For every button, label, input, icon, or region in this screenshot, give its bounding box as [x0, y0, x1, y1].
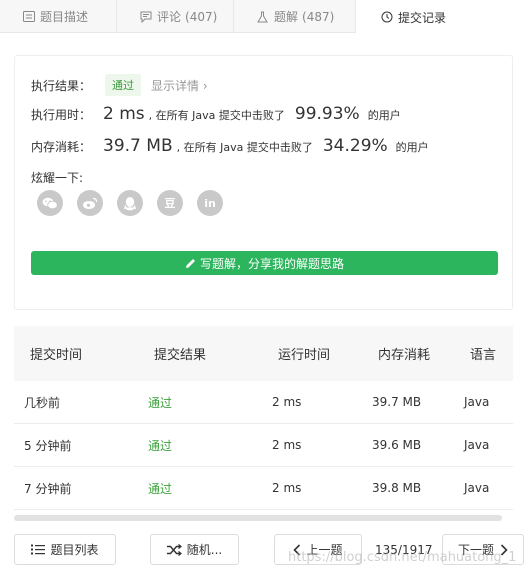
cell-language: Java: [464, 395, 490, 409]
show-details-link[interactable]: 显示详情 ›: [151, 77, 208, 94]
table-row: 7 分钟前 通过 2 ms 39.8 MB Java: [14, 467, 513, 510]
cell-memory: 39.8 MB: [372, 481, 422, 495]
cell-runtime: 2 ms: [272, 438, 302, 452]
memory-suffix: 的用户: [395, 141, 429, 154]
memory-label: 内存消耗：: [31, 140, 92, 154]
wechat-icon[interactable]: [37, 190, 63, 216]
cell-time: 7 分钟前: [24, 481, 72, 496]
document-icon: [22, 10, 35, 23]
tab-submissions[interactable]: 提交记录: [356, 0, 525, 34]
horizontal-scrollbar[interactable]: [14, 515, 502, 521]
tab-bar: 题目描述 评论 (407) 题解 (487) 提交记录: [0, 0, 525, 34]
result-label: 执行结果：: [31, 78, 92, 93]
cell-memory: 39.7 MB: [372, 395, 422, 409]
tab-comments[interactable]: 评论 (407): [117, 0, 234, 33]
share-label: 炫耀一下:: [31, 171, 84, 185]
cell-runtime: 2 ms: [272, 481, 302, 495]
submissions-table: 提交时间 提交结果 运行时间 内存消耗 语言 几秒前 通过 2 ms 39.7 …: [14, 326, 513, 510]
runtime-label: 执行用时：: [31, 108, 92, 122]
tab-submissions-label: 提交记录: [398, 10, 447, 25]
runtime-percent: 99.93%: [294, 104, 360, 124]
memory-value: 39.7 MB: [103, 136, 173, 156]
cell-language: Java: [464, 481, 490, 495]
clock-icon: [380, 11, 393, 24]
runtime-text: , 在所有 Java 提交中击败了: [148, 109, 285, 122]
runtime-value: 2 ms: [103, 104, 145, 124]
header-language: 语言: [470, 348, 497, 363]
social-share-list: 豆 in: [37, 190, 237, 216]
douban-icon-text: 豆: [164, 197, 176, 210]
header-runtime: 运行时间: [278, 348, 331, 363]
header-submit-result: 提交结果: [154, 348, 207, 363]
shuffle-icon: [166, 543, 182, 556]
problem-list-label: 题目列表: [50, 543, 99, 557]
weibo-icon[interactable]: [77, 190, 103, 216]
tab-description[interactable]: 题目描述: [0, 0, 117, 33]
runtime-suffix: 的用户: [367, 109, 401, 122]
flask-icon: [256, 10, 269, 23]
table-header: 提交时间 提交结果 运行时间 内存消耗 语言: [14, 326, 513, 381]
memory-text: , 在所有 Java 提交中击败了: [176, 141, 313, 154]
cell-result-link[interactable]: 通过: [138, 394, 262, 411]
status-badge: 通过: [105, 74, 142, 96]
list-icon: [31, 544, 46, 555]
memory-percent: 34.29%: [322, 136, 388, 156]
random-label: 随机...: [186, 543, 223, 557]
table-row: 5 分钟前 通过 2 ms 39.6 MB Java: [14, 424, 513, 467]
comment-icon: [139, 10, 152, 23]
cell-memory: 39.6 MB: [372, 438, 422, 452]
watermark-text: https://blog.csdn.net/mahuatong_1: [288, 550, 517, 565]
tab-description-label: 题目描述: [40, 10, 89, 24]
tab-comments-count: (407): [185, 9, 218, 24]
header-submit-time: 提交时间: [30, 348, 83, 363]
header-memory: 内存消耗: [378, 348, 431, 363]
douban-icon[interactable]: 豆: [157, 190, 183, 216]
runtime-row: 执行用时： 2 ms , 在所有 Java 提交中击败了 99.93% 的用户: [31, 104, 401, 124]
cell-time: 几秒前: [24, 395, 61, 410]
cell-time: 5 分钟前: [24, 438, 72, 453]
cell-result-link[interactable]: 通过: [138, 480, 262, 497]
write-solution-button[interactable]: 写题解，分享我的解题思路: [31, 251, 498, 275]
tab-solutions[interactable]: 题解 (487): [234, 0, 356, 33]
memory-row: 内存消耗： 39.7 MB , 在所有 Java 提交中击败了 34.29% 的…: [31, 136, 429, 156]
linkedin-icon[interactable]: in: [197, 190, 223, 216]
cell-result-link[interactable]: 通过: [138, 437, 262, 454]
random-button[interactable]: 随机...: [150, 534, 239, 565]
tab-solutions-label: 题解: [274, 10, 299, 24]
linkedin-icon-text: in: [204, 196, 216, 210]
tab-comments-label: 评论: [157, 10, 182, 24]
table-row: 几秒前 通过 2 ms 39.7 MB Java: [14, 381, 513, 424]
pencil-icon: [185, 258, 196, 269]
share-label-row: 炫耀一下:: [31, 169, 83, 186]
qq-icon[interactable]: [117, 190, 143, 216]
write-solution-label: 写题解，分享我的解题思路: [199, 256, 344, 271]
tab-solutions-count: (487): [302, 9, 335, 24]
cell-language: Java: [464, 438, 490, 452]
result-row: 执行结果： 通过 显示详情 ›: [31, 74, 208, 96]
problem-list-button[interactable]: 题目列表: [14, 534, 116, 565]
cell-runtime: 2 ms: [272, 395, 302, 409]
result-card: 执行结果： 通过 显示详情 › 执行用时： 2 ms , 在所有 Java 提交…: [14, 55, 513, 310]
